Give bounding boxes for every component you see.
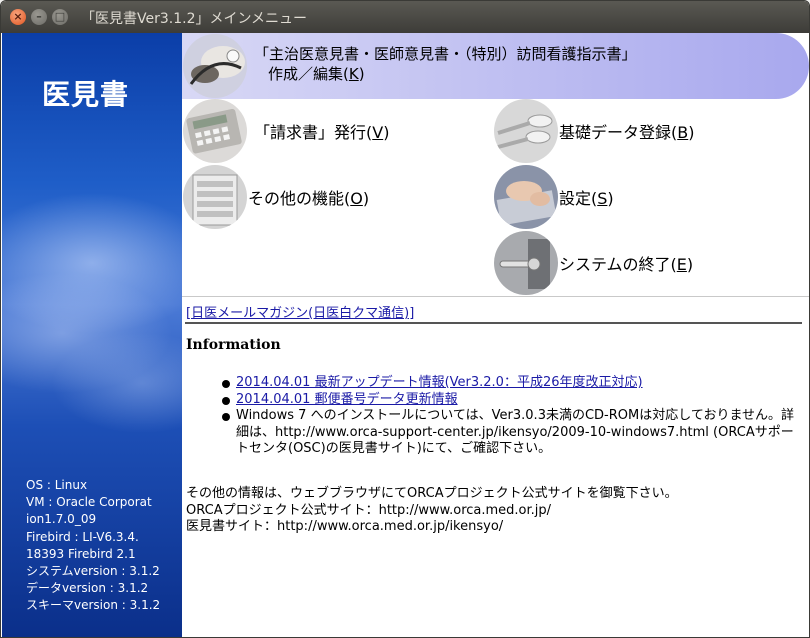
settings-button[interactable]: 設定(S)	[493, 165, 793, 229]
label-text: )	[358, 65, 365, 83]
other-functions-button[interactable]: その他の機能(O)	[182, 165, 482, 229]
main-window: × – □ 「医見書Ver3.1.2」メインメニュー 医見書 OS : Linu…	[0, 0, 810, 638]
sysinfo-line: ion1.7.0_09	[26, 512, 97, 527]
label-text: )	[688, 123, 695, 142]
label-text: 作成／編集(	[268, 65, 349, 83]
opinion-document-line2: 作成／編集(K)	[254, 64, 637, 84]
label-text: )	[686, 255, 694, 274]
mnemonic-key: O	[350, 189, 363, 208]
exit-button[interactable]: システムの終了(E)	[493, 231, 793, 295]
mnemonic-key: K	[348, 65, 359, 83]
information-heading: Information	[186, 337, 281, 353]
news-list: 2014.04.01 最新アップデート情報(Ver3.2.0：平成26年度改正対…	[222, 375, 802, 458]
window-title: 「医見書Ver3.1.2」メインメニュー	[81, 11, 308, 27]
master-data-label: 基礎データ登録(B)	[559, 119, 694, 143]
label-text: 基礎データ登録(	[559, 123, 678, 142]
divider	[185, 322, 802, 324]
mnemonic-key: V	[372, 123, 384, 142]
sysinfo-line: データversion : 3.1.2	[26, 581, 149, 596]
opinion-document-button[interactable]: 「主治医意見書・医師意見書・（特別）訪問看護指示書」 作成／編集(K)	[182, 33, 809, 99]
sysinfo-line: OS : Linux	[26, 478, 88, 492]
news-item: 2014.04.01 最新アップデート情報(Ver3.2.0：平成26年度改正対…	[222, 375, 802, 392]
label-text: 設定(	[559, 189, 598, 208]
minimize-button[interactable]: –	[31, 9, 47, 25]
app-logo: 医見書	[42, 78, 130, 111]
opinion-document-line1: 「主治医意見書・医師意見書・（特別）訪問看護指示書」	[254, 45, 637, 63]
sidebar-panel: 医見書 OS : Linux VM : Oracle Corporat ion1…	[2, 33, 182, 637]
label-text: 「請求書」発行(	[254, 123, 373, 142]
label-text: その他の機能(	[248, 189, 351, 208]
spoon-icon	[494, 99, 558, 163]
keyboard-icon	[494, 165, 558, 229]
server-icon	[183, 165, 247, 229]
news-item: 2014.04.01 郵便番号データ更新情報	[222, 392, 802, 409]
mnemonic-key: B	[677, 123, 689, 142]
mnemonic-key: E	[676, 255, 687, 274]
sysinfo-line: Firebird : LI-V6.3.4.	[26, 529, 139, 544]
label-text: )	[362, 189, 370, 208]
news-item: Windows 7 へのインストールについては、Ver3.0.3未満のCD-RO…	[222, 408, 802, 458]
calculator-icon	[183, 99, 247, 163]
mnemonic-key: S	[597, 189, 608, 208]
master-data-button[interactable]: 基礎データ登録(B)	[493, 99, 793, 163]
title-bar[interactable]: × – □ 「医見書Ver3.1.2」メインメニュー	[1, 1, 809, 33]
footer-line: ORCAプロジェクト公式サイト：http://www.orca.med.or.j…	[186, 502, 552, 518]
stethoscope-icon	[183, 34, 247, 98]
label-text: システムの終了(	[559, 255, 677, 274]
mail-magazine-link[interactable]: [日医メールマガジン(日医白クマ通信)]	[186, 302, 414, 321]
other-functions-label: その他の機能(O)	[248, 185, 369, 209]
door-handle-icon	[494, 231, 558, 295]
sysinfo-line: VM : Oracle Corporat	[26, 495, 152, 510]
footer-line: その他の情報は、ウェブブラウザにてORCAプロジェクト公式サイトを御覧下さい。	[186, 486, 678, 501]
exit-label: システムの終了(E)	[559, 251, 693, 275]
sysinfo-line: 18393 Firebird 2.1	[26, 546, 136, 561]
invoice-button[interactable]: 「請求書」発行(V)	[182, 99, 482, 163]
settings-label: 設定(S)	[559, 185, 614, 209]
main-menu: 「主治医意見書・医師意見書・（特別）訪問看護指示書」 作成／編集(K) 「請求書…	[182, 33, 809, 296]
invoice-label: 「請求書」発行(V)	[254, 119, 389, 143]
close-button[interactable]: ×	[10, 9, 26, 25]
footer-info: その他の情報は、ウェブブラウザにてORCAプロジェクト公式サイトを御覧下さい。 …	[186, 486, 678, 536]
sysinfo-line: スキーマversion : 3.1.2	[26, 598, 161, 613]
maximize-button[interactable]: □	[52, 9, 68, 25]
news-link-update[interactable]: 2014.04.01 最新アップデート情報(Ver3.2.0：平成26年度改正対…	[236, 375, 643, 390]
footer-line: 医見書サイト：http://www.orca.med.or.jp/ikensyo…	[186, 519, 504, 534]
label-text: )	[383, 123, 390, 142]
news-text-windows7: Windows 7 へのインストールについては、Ver3.0.3未満のCD-RO…	[236, 408, 795, 456]
sysinfo-line: システムversion : 3.1.2	[26, 564, 160, 579]
opinion-document-label: 「主治医意見書・医師意見書・（特別）訪問看護指示書」 作成／編集(K)	[254, 44, 637, 84]
system-info: OS : Linux VM : Oracle Corporat ion1.7.0…	[26, 477, 180, 615]
news-link-postal[interactable]: 2014.04.01 郵便番号データ更新情報	[236, 392, 458, 407]
label-text: )	[607, 189, 614, 208]
info-pane[interactable]: [日医メールマガジン(日医白クマ通信)] Information 2014.04…	[182, 296, 809, 637]
